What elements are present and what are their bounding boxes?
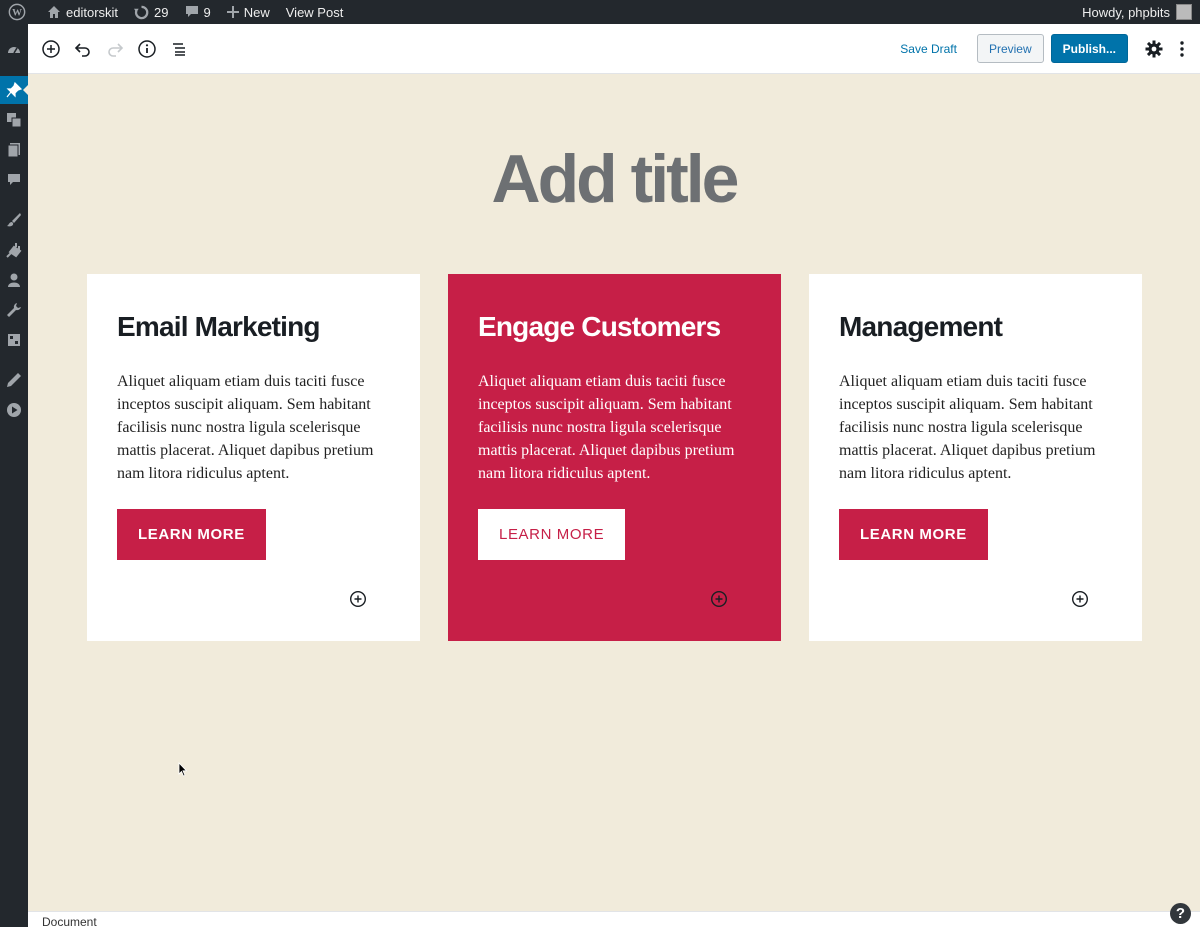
add-block-icon[interactable] <box>1071 590 1089 608</box>
column-card-management[interactable]: Management Aliquet aliquam etiam duis ta… <box>809 274 1142 641</box>
site-name-link[interactable]: editorskit <box>39 0 126 24</box>
learn-more-button[interactable]: LEARN MORE <box>117 509 266 560</box>
updates-icon <box>134 5 149 19</box>
preview-button[interactable]: Preview <box>976 34 1044 63</box>
more-vertical-icon <box>1180 40 1184 57</box>
posts-icon[interactable] <box>0 76 28 104</box>
wp-logo-icon[interactable]: W <box>0 0 39 24</box>
view-post-label: View Post <box>285 4 344 20</box>
help-button[interactable]: ? <box>1170 903 1191 924</box>
add-block-button[interactable] <box>35 33 67 65</box>
comments-count: 9 <box>203 4 211 20</box>
users-icon[interactable] <box>0 266 28 294</box>
list-icon <box>173 42 185 56</box>
redo-icon <box>108 42 124 57</box>
more-tools-button[interactable] <box>1170 33 1194 65</box>
new-label: New <box>243 4 270 20</box>
column-card-engage-customers[interactable]: Engage Customers Aliquet aliquam etiam d… <box>448 274 781 641</box>
site-name: editorskit <box>66 4 119 20</box>
avatar <box>1176 4 1192 20</box>
editor-toolbar: Save Draft Preview Publish... <box>28 24 1200 74</box>
undo-button[interactable] <box>67 33 99 65</box>
home-icon <box>48 6 60 18</box>
redo-button[interactable] <box>99 33 131 65</box>
card-heading[interactable]: Engage Customers <box>478 311 721 343</box>
card-paragraph[interactable]: Aliquet aliquam etiam duis taciti fusce … <box>117 370 397 485</box>
card-paragraph[interactable]: Aliquet aliquam etiam duis taciti fusce … <box>839 370 1119 485</box>
content-info-button[interactable] <box>131 33 163 65</box>
info-icon <box>138 39 156 58</box>
tools-icon[interactable] <box>0 296 28 324</box>
admin-menu <box>0 24 28 927</box>
undo-icon <box>74 42 90 57</box>
updates-count: 29 <box>154 4 169 20</box>
howdy-text: Howdy, phpbits <box>1082 4 1170 20</box>
block-breadcrumb: Document <box>28 911 1200 927</box>
admin-bar: W editorskit 29 9 New View Post Howdy, p… <box>0 0 1200 24</box>
dashboard-icon[interactable] <box>0 36 28 64</box>
add-block-icon[interactable] <box>349 590 367 608</box>
comments-link[interactable]: 9 <box>177 0 219 24</box>
card-heading[interactable]: Email Marketing <box>117 311 321 343</box>
comment-icon <box>185 6 198 17</box>
block-navigation-button[interactable] <box>163 33 195 65</box>
post-title-input[interactable]: Add title <box>28 140 1200 218</box>
settings-icon[interactable] <box>0 326 28 354</box>
mouse-pointer-icon <box>178 762 188 777</box>
view-post-link[interactable]: View Post <box>278 0 352 24</box>
plugins-icon[interactable] <box>0 236 28 264</box>
editor-icon[interactable] <box>0 366 28 394</box>
new-content-link[interactable]: New <box>219 0 278 24</box>
toolbar-left <box>35 33 195 65</box>
column-card-email-marketing[interactable]: Email Marketing Aliquet aliquam etiam du… <box>87 274 420 641</box>
breadcrumb-document[interactable]: Document <box>42 915 97 927</box>
appearance-icon[interactable] <box>0 206 28 234</box>
card-heading[interactable]: Management <box>839 311 1003 343</box>
card-paragraph[interactable]: Aliquet aliquam etiam duis taciti fusce … <box>478 370 758 485</box>
add-block-icon[interactable] <box>710 590 728 608</box>
pages-icon[interactable] <box>0 136 28 164</box>
learn-more-button[interactable]: LEARN MORE <box>839 509 988 560</box>
gear-icon <box>1145 40 1163 57</box>
publish-button[interactable]: Publish... <box>1050 34 1128 63</box>
save-draft-button[interactable]: Save Draft <box>888 42 969 56</box>
settings-button[interactable] <box>1138 33 1170 65</box>
learn-more-button[interactable]: LEARN MORE <box>478 509 626 560</box>
plus-circle-icon <box>42 39 60 58</box>
svg-text:W: W <box>12 8 22 19</box>
comments-icon[interactable] <box>0 166 28 194</box>
my-account-link[interactable]: Howdy, phpbits <box>1074 0 1200 24</box>
media-icon[interactable] <box>0 106 28 134</box>
toolbar-right: Save Draft Preview Publish... <box>888 33 1200 65</box>
plus-icon <box>226 6 239 18</box>
play-icon[interactable] <box>0 396 28 424</box>
updates-link[interactable]: 29 <box>126 0 176 24</box>
